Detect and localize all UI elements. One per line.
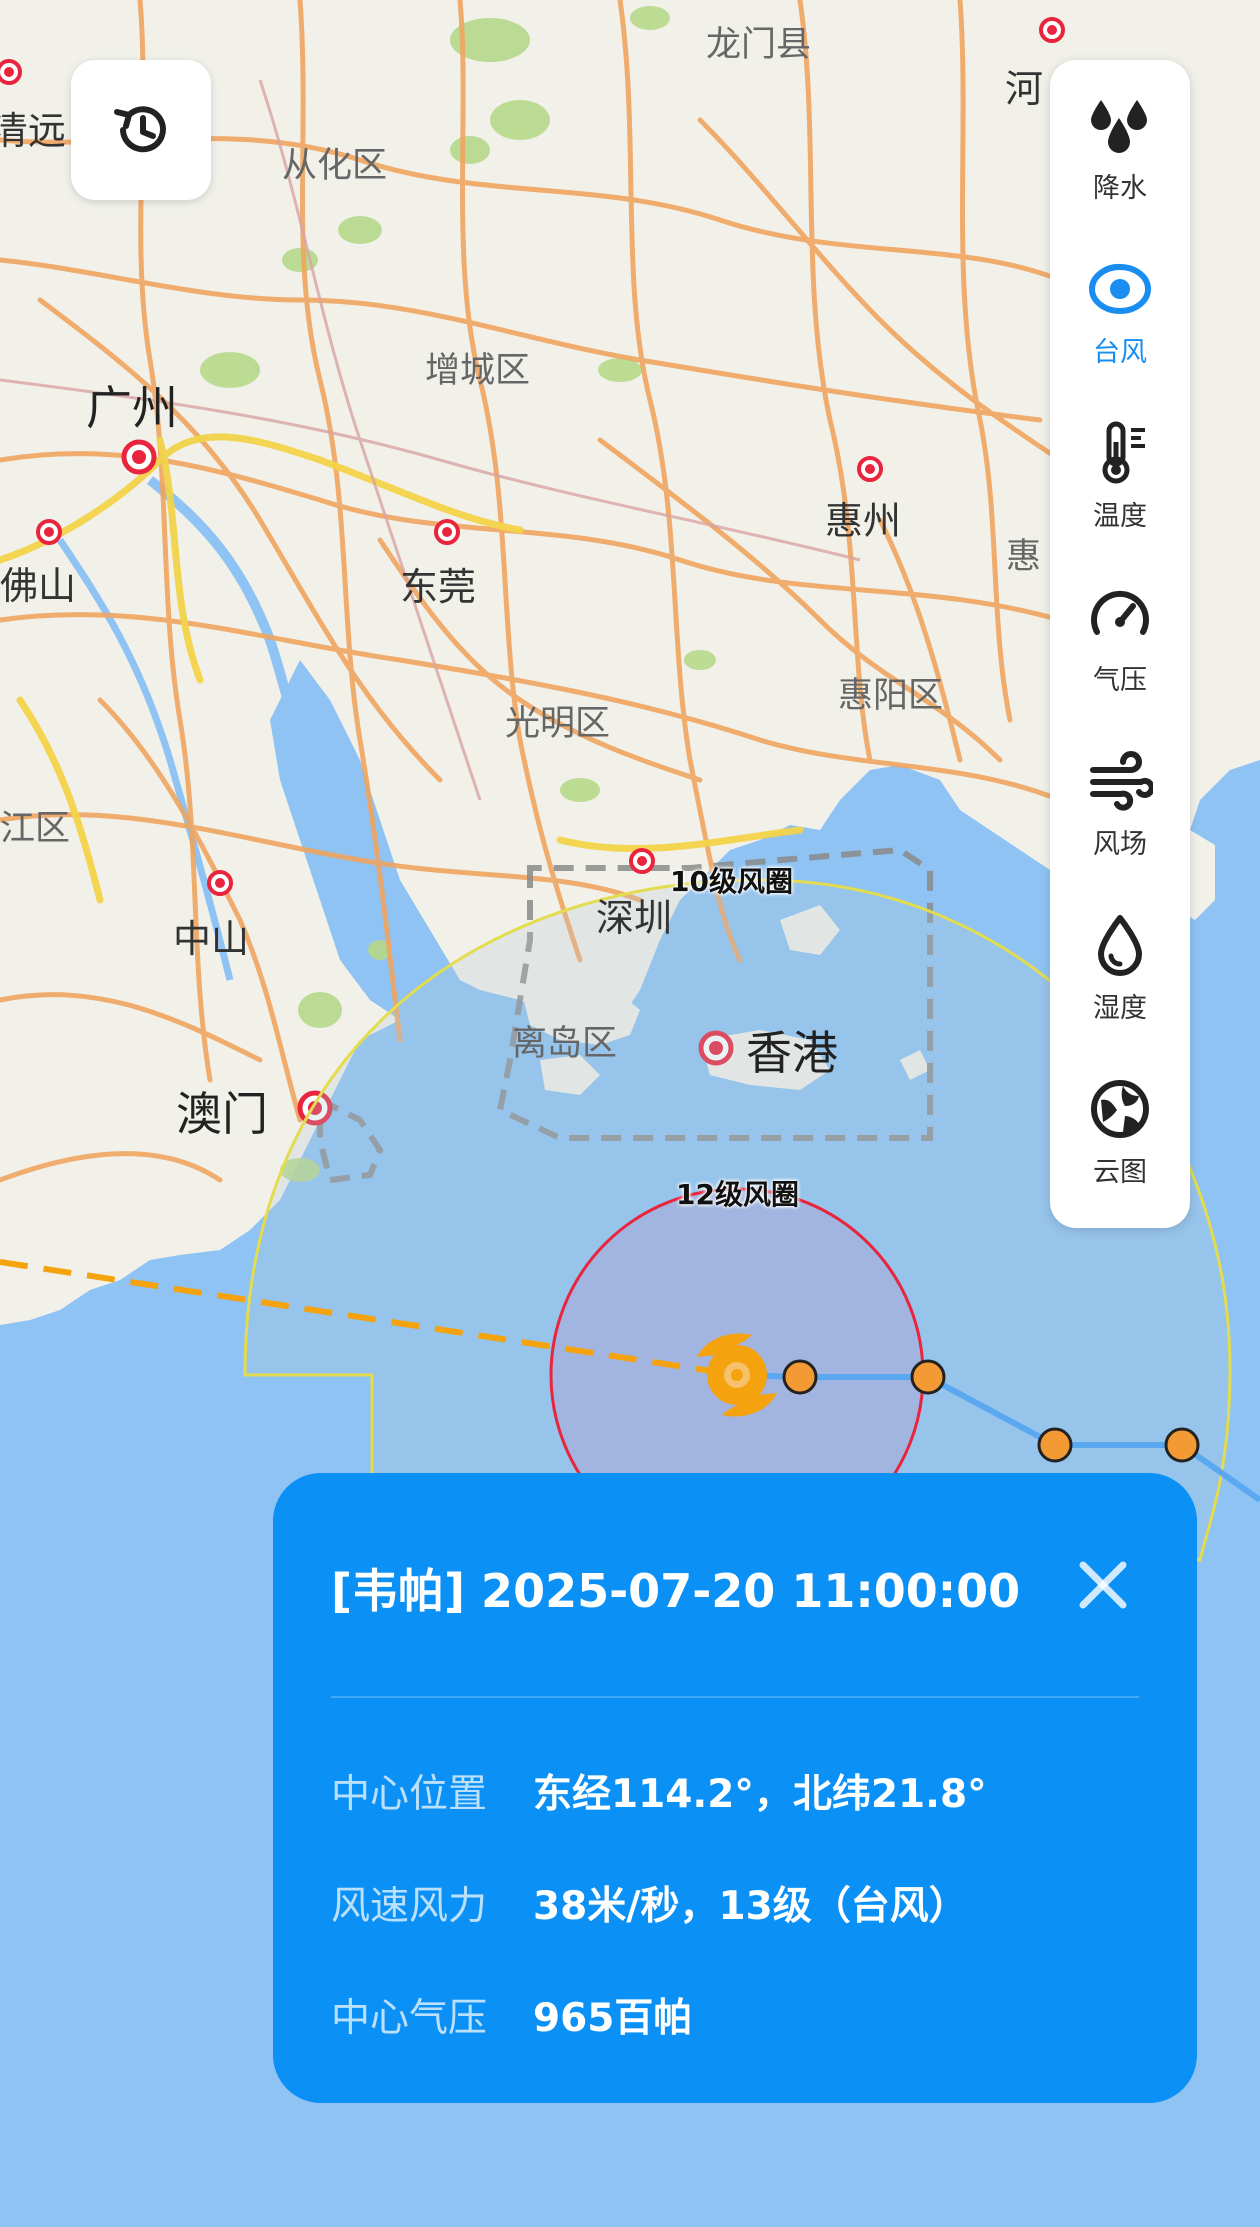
close-button[interactable]	[1073, 1555, 1133, 1615]
pressure-gauge-icon	[1091, 590, 1149, 635]
layer-pressure[interactable]: 气压	[1050, 552, 1190, 702]
label-hongkong: 香港	[746, 1026, 838, 1080]
label-foshan: 佛山	[0, 564, 77, 608]
label-jiangqu: 江区	[0, 809, 71, 849]
globe-icon	[1091, 1080, 1149, 1138]
label-qingyuan: 清远	[0, 109, 67, 153]
layer-rain[interactable]: 降水	[1050, 60, 1190, 210]
label-guangzhou: 广州	[86, 381, 178, 435]
layer-typhoon[interactable]: 台风	[1050, 224, 1190, 374]
wind-ring-level12-label: 12级风圈	[676, 1178, 799, 1211]
layer-cloud[interactable]: 云图	[1050, 1044, 1190, 1194]
wind-ring-level10-label: 10级风圈	[670, 865, 793, 898]
label-guangming: 光明区	[505, 704, 611, 744]
history-button[interactable]	[71, 60, 211, 200]
close-icon	[1079, 1561, 1127, 1609]
label-huiyang: 惠阳区	[838, 676, 944, 716]
layer-humidity-label: 湿度	[1093, 993, 1147, 1024]
label-lidao: 离岛区	[512, 1024, 618, 1064]
label-zhongshan: 中山	[173, 917, 250, 961]
center-position-label: 中心位置	[331, 1772, 488, 1817]
center-pressure-value: 965百帕	[533, 1996, 693, 2041]
layer-wind[interactable]: 风场	[1050, 716, 1190, 866]
rain-drops-icon	[1091, 100, 1147, 153]
layer-wind-label: 风场	[1093, 829, 1147, 860]
label-macau: 澳门	[176, 1087, 268, 1141]
info-title: [韦帕] 2025-07-20 11:00:00	[331, 1564, 1021, 1618]
label-hui: 惠	[1006, 537, 1042, 577]
layer-typhoon-label: 台风	[1093, 337, 1147, 368]
info-divider	[331, 1696, 1139, 1698]
typhoon-info-card: [韦帕] 2025-07-20 11:00:00 中心位置 东经114.2°，北…	[273, 1473, 1197, 2103]
humidity-drop-icon	[1098, 915, 1142, 976]
center-pressure-label: 中心气压	[331, 1996, 488, 2041]
wind-icon	[1090, 751, 1153, 811]
label-heyuan: 河	[1005, 67, 1044, 111]
layer-temperature[interactable]: 温度	[1050, 388, 1190, 538]
thermometer-icon	[1102, 421, 1145, 484]
label-conghua: 从化区	[282, 146, 388, 186]
layer-rain-label: 降水	[1093, 173, 1147, 204]
layer-cloud-label: 云图	[1093, 1157, 1147, 1188]
layer-humidity[interactable]: 湿度	[1050, 880, 1190, 1030]
center-position-value: 东经114.2°，北纬21.8°	[533, 1772, 987, 1817]
label-longmen: 龙门县	[706, 25, 812, 65]
label-huizhou: 惠州	[825, 499, 902, 543]
wind-speed-label: 风速风力	[331, 1884, 488, 1929]
label-shenzhen: 深圳	[596, 896, 673, 940]
layer-pressure-label: 气压	[1093, 665, 1147, 696]
layer-panel: 降水 台风 温度 气压 风场 湿度 云图	[1050, 60, 1190, 1228]
history-icon	[114, 106, 166, 153]
label-dongguan: 东莞	[400, 565, 477, 609]
wind-speed-value: 38米/秒，13级（台风）	[533, 1884, 968, 1929]
label-zengcheng: 增城区	[425, 351, 531, 391]
layer-temperature-label: 温度	[1093, 501, 1147, 532]
typhoon-icon	[1089, 263, 1151, 314]
